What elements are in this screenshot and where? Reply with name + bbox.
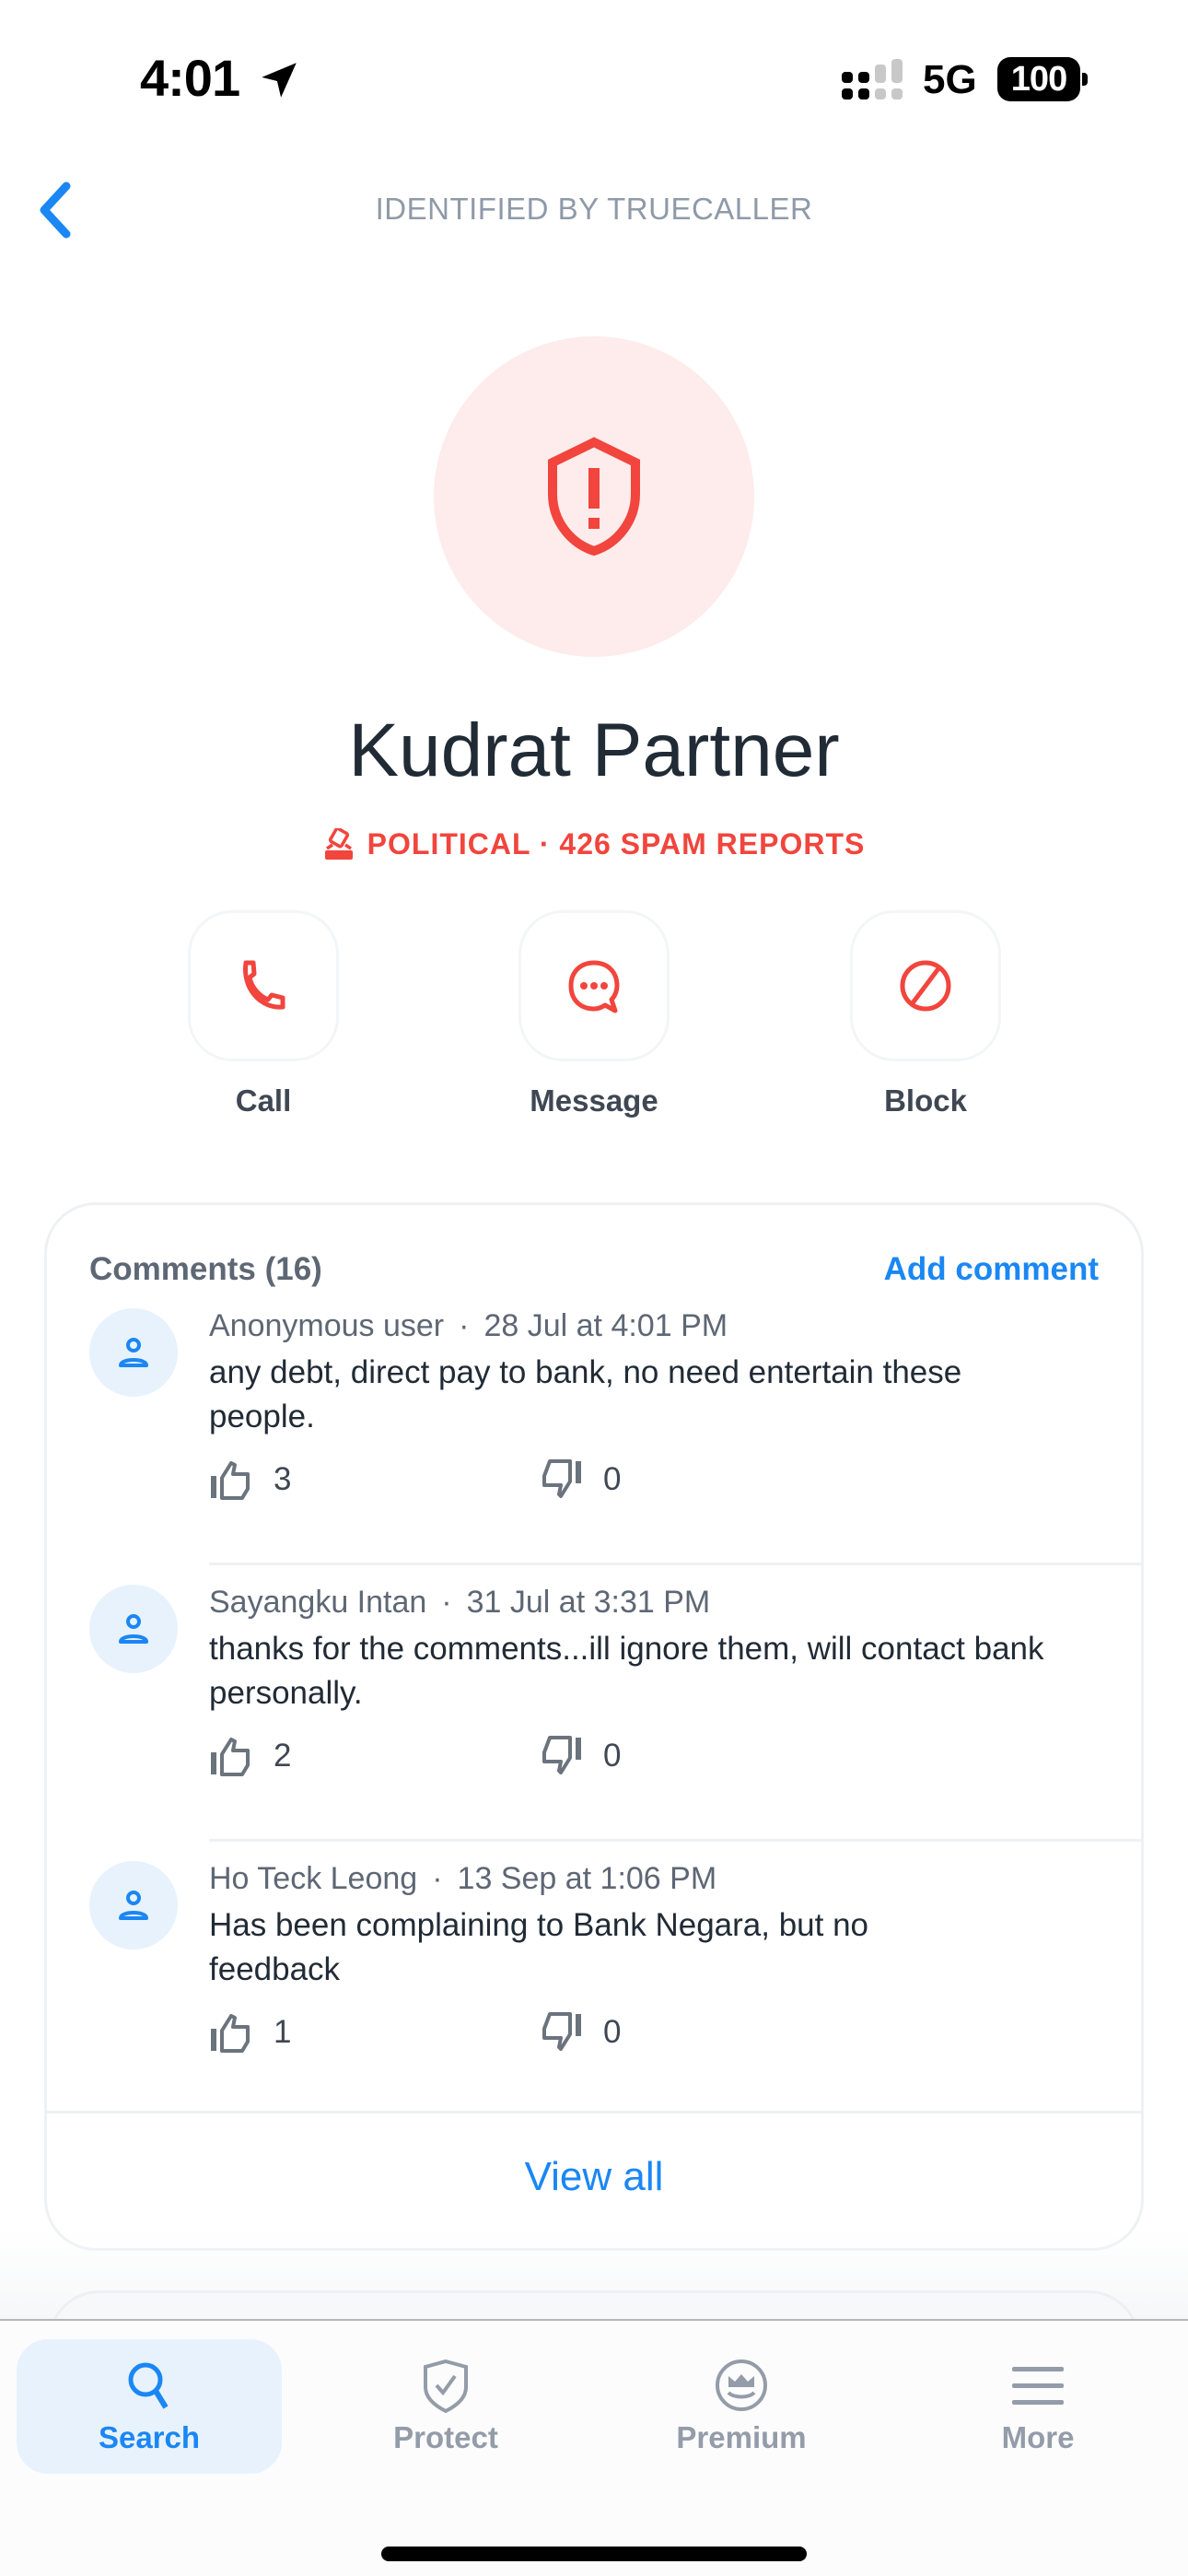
spam-reports-badge: POLITICAL · 426 SPAM REPORTS xyxy=(0,827,1188,861)
battery-icon: 100 xyxy=(997,57,1080,101)
header-title: IDENTIFIED BY TRUECALLER xyxy=(375,192,813,226)
comment-author: Ho Teck Leong xyxy=(209,1861,418,1896)
comments-card: Comments (16) Add comment Anonymous user… xyxy=(44,1202,1144,2251)
view-all-button[interactable]: View all xyxy=(47,2154,1141,2200)
tab-search[interactable]: Search xyxy=(17,2339,282,2474)
cellular-signal-icon xyxy=(842,59,903,100)
dislike-button[interactable]: 0 xyxy=(539,2012,621,2053)
comment-date: 31 Jul at 3:31 PM xyxy=(466,1585,711,1620)
like-button[interactable]: 3 xyxy=(209,1459,291,1500)
comment-item: Ho Teck Leong · 13 Sep at 1:06 PM Has been… xyxy=(47,1861,1144,2137)
call-label: Call xyxy=(235,1083,292,1118)
spam-label: POLITICAL · 426 SPAM REPORTS xyxy=(367,827,866,861)
like-count: 2 xyxy=(274,1738,292,1774)
user-icon xyxy=(119,1338,148,1367)
phone-icon xyxy=(243,960,285,1010)
dislike-button[interactable]: 0 xyxy=(539,1736,621,1776)
comment-item: Anonymous user · 28 Jul at 4:01 PM any deb… xyxy=(47,1308,1144,1585)
thumbs-up-icon xyxy=(211,1461,250,1500)
dislike-count: 0 xyxy=(603,1461,622,1497)
comment-avatar xyxy=(89,1585,178,1673)
comment-author: Anonymous user xyxy=(209,1308,445,1343)
shield-alert-icon xyxy=(548,437,640,556)
comment-text: Has been complaining to Bank Negara, but… xyxy=(209,1907,869,1987)
separator-dot: · xyxy=(459,1308,470,1343)
tab-protect[interactable]: Protect xyxy=(313,2339,578,2474)
user-icon xyxy=(119,1614,148,1644)
message-button[interactable]: Message xyxy=(518,910,670,1118)
comment-author: Sayangku Intan xyxy=(209,1585,427,1620)
comment-avatar xyxy=(89,1861,178,1950)
like-count: 3 xyxy=(274,1461,292,1497)
menu-icon xyxy=(1012,2367,1064,2405)
comment-meta: Sayangku Intan · 31 Jul at 3:31 PM xyxy=(209,1585,710,1621)
tab-more[interactable]: More xyxy=(905,2339,1171,2474)
comment-avatar xyxy=(89,1308,178,1397)
thumbs-up-icon xyxy=(211,2014,250,2053)
dislike-count: 0 xyxy=(603,2014,622,2050)
add-comment-button[interactable]: Add comment xyxy=(884,1251,1099,1288)
thumbs-down-icon xyxy=(542,1736,581,1774)
block-button[interactable]: Block xyxy=(850,910,1001,1118)
battery-tip xyxy=(1082,73,1088,86)
status-time: 4:01 xyxy=(140,49,240,107)
thumbs-up-icon xyxy=(211,1738,250,1776)
like-button[interactable]: 2 xyxy=(209,1736,291,1776)
tab-label: More xyxy=(1001,2420,1075,2454)
tab-label: Protect xyxy=(393,2420,498,2454)
message-label: Message xyxy=(530,1083,658,1118)
comment-divider xyxy=(209,1839,1141,1842)
call-button-circle[interactable] xyxy=(188,910,339,1061)
comment-date: 13 Sep at 1:06 PM xyxy=(457,1861,717,1896)
block-button-circle[interactable] xyxy=(850,910,1001,1061)
separator-dot: · xyxy=(432,1861,443,1896)
tab-bar: Search Protect Premium More xyxy=(0,2319,1188,2576)
chat-bubble-icon xyxy=(568,960,620,1013)
battery-level: 100 xyxy=(1010,59,1067,99)
view-all-divider xyxy=(47,2111,1141,2113)
comments-title: Comments (16) xyxy=(89,1251,322,1287)
tab-premium[interactable]: Premium xyxy=(609,2339,874,2474)
dislike-count: 0 xyxy=(603,1738,622,1774)
ballot-box-icon xyxy=(324,827,353,860)
separator-dot: · xyxy=(441,1585,452,1620)
call-button[interactable]: Call xyxy=(188,910,339,1118)
thumbs-down-icon xyxy=(542,1459,581,1498)
comment-divider xyxy=(209,1563,1141,1565)
crown-icon xyxy=(716,2359,767,2411)
tab-label: Premium xyxy=(676,2420,807,2454)
tab-label: Search xyxy=(98,2420,201,2454)
block-icon xyxy=(900,960,951,1012)
home-indicator[interactable] xyxy=(381,2547,807,2561)
user-icon xyxy=(119,1891,148,1920)
comment-date: 28 Jul at 4:01 PM xyxy=(483,1308,728,1343)
comment-meta: Ho Teck Leong · 13 Sep at 1:06 PM xyxy=(209,1861,716,1897)
like-count: 1 xyxy=(274,2014,292,2050)
contact-avatar xyxy=(434,336,754,657)
search-icon xyxy=(128,2362,169,2409)
contact-name: Kudrat Partner xyxy=(348,708,840,792)
block-label: Block xyxy=(884,1083,967,1118)
comment-item: Sayangku Intan · 31 Jul at 3:31 PM thanks … xyxy=(47,1585,1144,1861)
message-button-circle[interactable] xyxy=(518,910,670,1061)
dislike-button[interactable]: 0 xyxy=(539,1459,621,1500)
location-arrow-icon xyxy=(262,63,297,98)
like-button[interactable]: 1 xyxy=(209,2012,291,2053)
comment-text: thanks for the comments...ill ignore the… xyxy=(209,1631,1044,1711)
status-bar: 4:01 5G 100 xyxy=(0,0,1188,138)
thumbs-down-icon xyxy=(542,2012,581,2051)
network-type: 5G xyxy=(923,57,977,102)
shield-check-icon xyxy=(424,2359,468,2413)
comment-text: any debt, direct pay to bank, no need en… xyxy=(209,1354,962,1434)
comment-meta: Anonymous user · 28 Jul at 4:01 PM xyxy=(209,1308,728,1344)
